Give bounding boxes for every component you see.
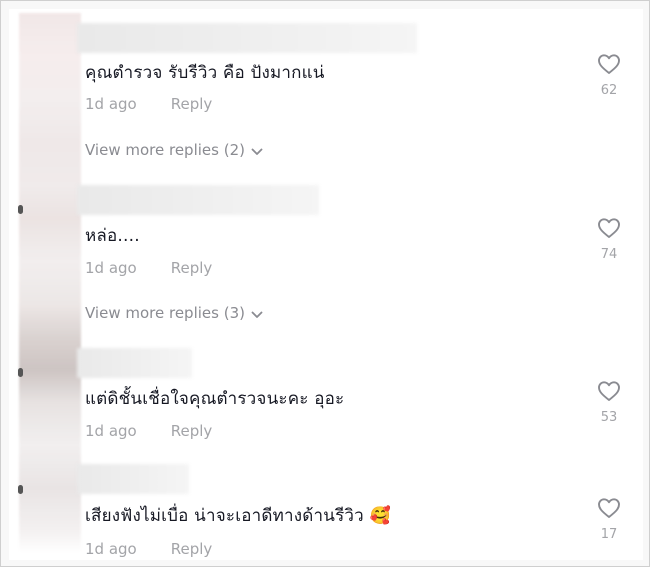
heart-outline-icon[interactable] <box>594 497 624 519</box>
like-count: 74 <box>600 247 618 262</box>
heart-outline-icon[interactable] <box>594 380 624 402</box>
blurred-username <box>77 464 189 494</box>
like-control[interactable]: 74 <box>594 217 624 262</box>
view-more-replies-label: View more replies (3) <box>85 304 245 322</box>
edge-marker <box>18 368 23 377</box>
view-more-replies-label: View more replies (2) <box>85 141 245 159</box>
like-control[interactable]: 53 <box>594 380 624 425</box>
comment-text-body: เสียงฟังไม่เบื่อ น่าจะเอาดีทางด้านรีวิว <box>85 506 364 526</box>
like-control[interactable]: 17 <box>594 497 624 542</box>
smiling-face-with-hearts-emoji: 🥰 <box>369 506 392 526</box>
reply-button[interactable]: Reply <box>171 540 213 558</box>
blurred-username <box>77 348 192 378</box>
comment-time: 1d ago <box>85 95 137 113</box>
chevron-down-icon <box>251 142 263 160</box>
comment-time: 1d ago <box>85 422 137 440</box>
comment-text: คุณตำรวจ รับรีวิว คือ ปังมากแน่ <box>85 63 325 83</box>
reply-button[interactable]: Reply <box>171 259 213 277</box>
comment-text: เสียงฟังไม่เบื่อ น่าจะเอาดีทางด้านรีวิว 🥰 <box>85 502 391 529</box>
screenshot-frame: คุณตำรวจ รับรีวิว คือ ปังมากแน่ 1d ago Re… <box>0 0 650 567</box>
like-count: 17 <box>600 527 618 542</box>
comments-panel: คุณตำรวจ รับรีวิว คือ ปังมากแน่ 1d ago Re… <box>9 9 643 560</box>
edge-marker <box>18 485 23 494</box>
comment-meta: 1d ago Reply <box>85 540 212 558</box>
comment-meta: 1d ago Reply <box>85 422 212 440</box>
comment-time: 1d ago <box>85 259 137 277</box>
blurred-username <box>77 23 417 53</box>
heart-outline-icon[interactable] <box>594 217 624 239</box>
view-more-replies-button[interactable]: View more replies (2) <box>85 141 263 160</box>
blurred-username <box>77 185 319 215</box>
comment-meta: 1d ago Reply <box>85 259 212 277</box>
edge-marker <box>18 205 23 214</box>
blurred-avatars <box>19 13 81 553</box>
comment-text: แต่ดิชั้นเชื่อใจคุณตำรวจนะคะ อุอะ <box>85 389 345 409</box>
comment-time: 1d ago <box>85 540 137 558</box>
heart-outline-icon[interactable] <box>594 53 624 75</box>
comment-meta: 1d ago Reply <box>85 95 212 113</box>
like-count: 62 <box>600 83 618 98</box>
reply-button[interactable]: Reply <box>171 422 213 440</box>
reply-button[interactable]: Reply <box>171 95 213 113</box>
chevron-down-icon <box>251 305 263 323</box>
view-more-replies-button[interactable]: View more replies (3) <box>85 304 263 323</box>
comment-text: หล่อ.... <box>85 226 140 246</box>
like-control[interactable]: 62 <box>594 53 624 98</box>
like-count: 53 <box>600 410 618 425</box>
